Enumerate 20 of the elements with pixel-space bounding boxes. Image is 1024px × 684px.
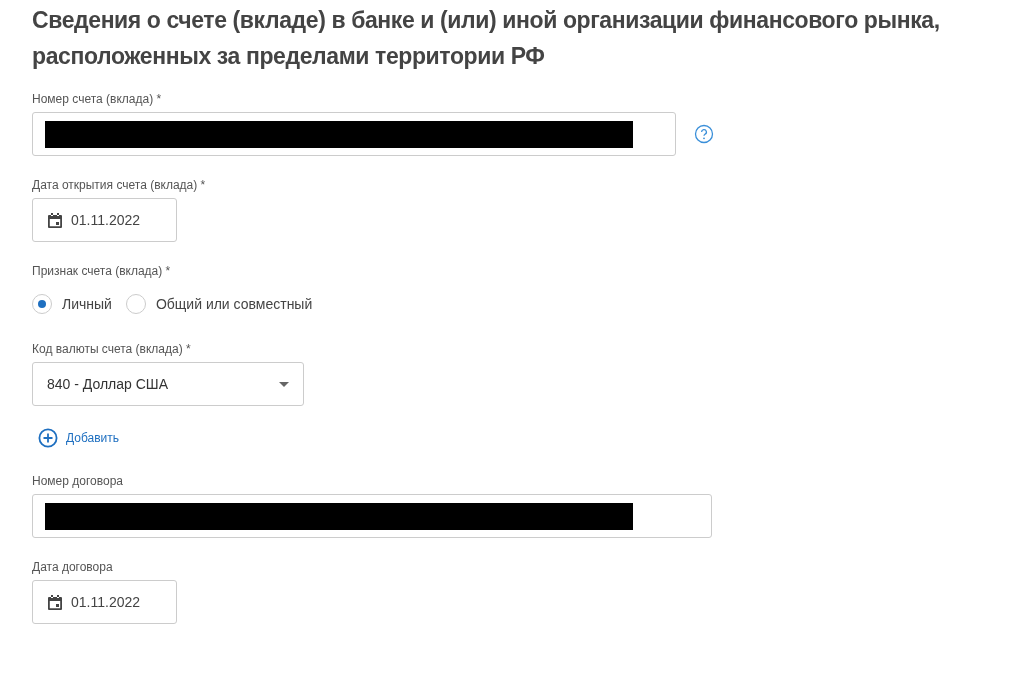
field-label: Код валюты счета (вклада) *: [32, 342, 191, 356]
radio-label[interactable]: Общий или совместный: [155, 296, 313, 312]
caret-icon: [279, 381, 289, 387]
calendar-icon: [47, 593, 63, 611]
radio-label[interactable]: Личный: [62, 296, 112, 312]
field-label: Дата открытия счета (вклада) *: [32, 178, 206, 192]
date-field[interactable]: 01.11.2022: [32, 580, 177, 624]
calendar-icon: [47, 211, 63, 229]
input-field[interactable]: [32, 112, 676, 156]
field-label: Дата договора: [32, 560, 113, 574]
input-field[interactable]: [32, 494, 712, 538]
help-icon[interactable]: [694, 124, 714, 144]
form-title: Сведения о счете (вкладе) в банке и (или) иной организации финансового рынка, расположенных за пределами территории РФ: [32, 6, 941, 71]
plus-circle-icon[interactable]: [38, 428, 58, 448]
date-field[interactable]: 01.11.2022: [32, 198, 177, 242]
field-label: Номер договора: [32, 474, 123, 488]
currency-dropdown[interactable]: 840 - Доллар США: [32, 362, 304, 406]
add-link[interactable]: Добавить: [66, 431, 120, 445]
field-label: Признак счета (вклада) *: [32, 264, 171, 278]
field-label: Номер счета (вклада) *: [32, 92, 162, 106]
